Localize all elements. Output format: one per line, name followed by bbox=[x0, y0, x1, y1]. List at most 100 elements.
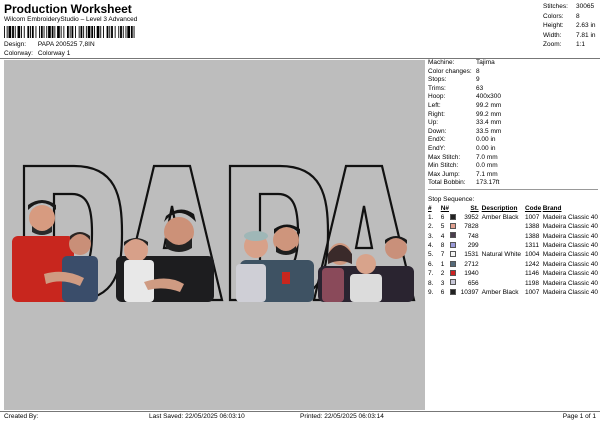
info-stops: Stops: 9 bbox=[428, 76, 480, 84]
stop-stitches: 1940 bbox=[464, 270, 479, 278]
col-n: N# bbox=[440, 205, 449, 212]
stop-num: 7. bbox=[428, 270, 434, 278]
stop-swatch bbox=[450, 241, 459, 251]
stop-row: 5. 7 1531 Natural White 1004 Madeira Classic … bbox=[428, 251, 598, 260]
color-swatch bbox=[450, 241, 457, 248]
stop-brand: Madeira Classic 40 bbox=[542, 242, 598, 250]
stop-needle: 2 bbox=[440, 270, 445, 278]
stop-description: Natural White bbox=[481, 251, 522, 259]
stop-needle: 1 bbox=[440, 260, 445, 268]
stop-brand: Madeira Classic 40 bbox=[542, 260, 598, 268]
stop-stitches: 3952 bbox=[464, 213, 479, 221]
stat-zoom: Zoom: 1:1 bbox=[543, 41, 586, 49]
barcode bbox=[4, 26, 135, 38]
info-trims: Trims: 63 bbox=[428, 84, 484, 92]
figure-group-2 bbox=[116, 209, 214, 302]
info-left: Left: 99.2 mm bbox=[428, 101, 502, 109]
info-total-bobbin: Total Bobbin: 173.17ft bbox=[428, 179, 500, 187]
design-value: PAPA 200525 7,8IN bbox=[37, 41, 95, 48]
info-endx: EndX: 0.00 in bbox=[428, 136, 496, 144]
color-swatch bbox=[450, 260, 457, 267]
stop-brand: Madeira Classic 40 bbox=[542, 251, 598, 259]
info-hoop: Hoop: 400x300 bbox=[428, 93, 501, 101]
machine-info-panel: Machine: Tajima Color changes: 8 Stops: 9 T… bbox=[428, 59, 598, 190]
stop-code: 1007 bbox=[524, 289, 540, 297]
stop-code: 1007 bbox=[524, 213, 540, 221]
stop-sequence-table: # N# St. Description Code Brand 1. 6 3952 A… bbox=[428, 205, 598, 298]
stop-description bbox=[482, 242, 525, 251]
stop-needle: 4 bbox=[440, 232, 445, 240]
stop-stitches: 10397 bbox=[460, 289, 479, 297]
stop-needle: 5 bbox=[440, 223, 445, 231]
stop-row: 4. 8 299 1311 Madeira Classic 40 bbox=[428, 241, 598, 251]
stop-num: 6. bbox=[428, 260, 434, 268]
stop-swatch bbox=[450, 213, 459, 223]
stop-brand: Madeira Classic 40 bbox=[542, 223, 598, 231]
stop-description bbox=[482, 232, 525, 241]
footer-page-number: Page 1 of 1 bbox=[562, 413, 596, 420]
color-swatch bbox=[450, 232, 457, 239]
stop-num: 8. bbox=[428, 279, 434, 287]
stop-row: 8. 3 656 1198 Madeira Classic 40 bbox=[428, 279, 598, 288]
stop-num: 1. bbox=[428, 213, 434, 221]
footer-last-saved: Last Saved: 22/05/2025 06:03:10 bbox=[149, 413, 245, 420]
color-swatch bbox=[450, 223, 457, 229]
stop-brand: Madeira Classic 40 bbox=[542, 279, 598, 287]
stop-code: 1388 bbox=[524, 232, 540, 240]
footer-printed: Printed: 22/05/2025 06:03:14 bbox=[300, 413, 384, 420]
col-num: # bbox=[428, 205, 432, 212]
stop-description bbox=[482, 270, 525, 279]
stop-stitches: 748 bbox=[467, 232, 479, 240]
stop-description bbox=[482, 261, 525, 270]
software-subtitle: Wilcom EmbroideryStudio – Level 3 Advanc… bbox=[4, 16, 138, 23]
stop-code: 1388 bbox=[524, 223, 540, 231]
stop-brand: Madeira Classic 40 bbox=[542, 232, 598, 240]
color-swatch bbox=[450, 288, 457, 295]
color-swatch bbox=[450, 251, 457, 258]
info-machine: Machine: Tajima bbox=[428, 59, 495, 66]
stop-num: 2. bbox=[428, 223, 434, 231]
info-max-jump: Max Jump: 7.1 mm bbox=[428, 170, 498, 178]
stop-swatch bbox=[450, 288, 459, 298]
embroidery-artwork bbox=[12, 164, 416, 302]
stat-height: Height: 2.63 in bbox=[543, 22, 596, 30]
design-stats: Stitches: 30065 Colors: 8 Height: 2.63 in W… bbox=[543, 2, 596, 50]
stop-needle: 6 bbox=[440, 213, 445, 221]
stat-colors: Colors: 8 bbox=[543, 12, 580, 20]
stop-row: 7. 2 1940 1146 Madeira Classic 40 bbox=[428, 270, 598, 279]
col-brand: Brand bbox=[542, 205, 562, 212]
stop-code: 1004 bbox=[524, 251, 540, 259]
col-swatch bbox=[450, 205, 459, 214]
color-swatch bbox=[450, 270, 457, 277]
stop-num: 3. bbox=[428, 232, 434, 240]
colorway-value: Colorway 1 bbox=[37, 50, 71, 57]
stop-needle: 7 bbox=[440, 251, 445, 259]
design-label: Design: bbox=[4, 41, 27, 48]
stat-stitches: Stitches: 30065 bbox=[543, 3, 595, 10]
info-endy: EndY: 0.00 in bbox=[428, 144, 496, 152]
stop-num: 4. bbox=[428, 242, 434, 250]
design-preview bbox=[4, 60, 425, 410]
footer-divider bbox=[0, 411, 600, 412]
stop-num: 5. bbox=[428, 251, 434, 259]
stop-description bbox=[482, 279, 525, 288]
stop-description bbox=[482, 223, 525, 232]
stop-swatch bbox=[450, 260, 459, 270]
col-code: Code bbox=[524, 205, 542, 212]
info-right: Right: 99.2 mm bbox=[428, 110, 502, 118]
col-st: St. bbox=[470, 205, 479, 212]
stop-brand: Madeira Classic 40 bbox=[542, 213, 598, 221]
figure-group-4 bbox=[318, 236, 414, 302]
color-swatch bbox=[450, 279, 457, 286]
col-description: Description bbox=[481, 205, 518, 212]
stop-stitches: 656 bbox=[467, 279, 479, 287]
info-divider bbox=[428, 188, 598, 190]
info-color-changes: Color changes: 8 bbox=[428, 67, 480, 75]
stop-code: 1146 bbox=[524, 270, 539, 278]
stop-needle: 6 bbox=[440, 289, 445, 297]
stop-num: 9. bbox=[428, 289, 434, 297]
info-max-stitch: Max Stitch: 7.0 mm bbox=[428, 153, 498, 161]
stop-swatch bbox=[450, 232, 459, 241]
worksheet-title: Production Worksheet bbox=[4, 2, 132, 16]
stop-row: 3. 4 748 1388 Madeira Classic 40 bbox=[428, 232, 598, 241]
